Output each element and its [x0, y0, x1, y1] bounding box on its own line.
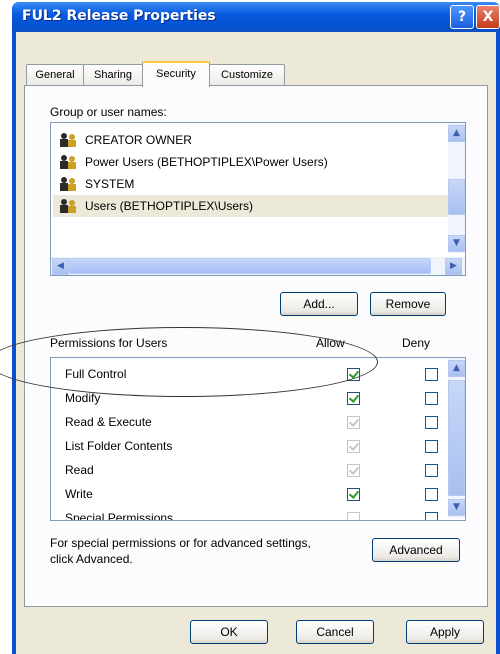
user-name: Power Users (BETHOPTIPLEX\Power Users)	[85, 155, 328, 169]
permissions-header: Permissions for Users	[50, 336, 168, 350]
scroll-up-icon[interactable]: ▲	[448, 125, 465, 142]
list-item[interactable]: Power Users (BETHOPTIPLEX\Power Users)	[57, 151, 328, 173]
user-name: Users (BETHOPTIPLEX\Users)	[85, 199, 254, 213]
deny-checkbox[interactable]	[425, 440, 438, 453]
apply-button[interactable]: Apply	[406, 620, 484, 644]
scroll-right-icon[interactable]: ▶	[445, 258, 462, 275]
scroll-up-icon[interactable]: ▲	[448, 360, 465, 377]
allow-checkbox[interactable]	[347, 368, 360, 381]
scroll-thumb[interactable]	[448, 380, 465, 496]
deny-checkbox[interactable]	[425, 392, 438, 405]
add-button[interactable]: Add...	[280, 292, 358, 316]
ok-button[interactable]: OK	[190, 620, 268, 644]
user-list[interactable]: CREATOR OWNER Power Users (BETHOPTIPLEX\…	[50, 122, 466, 276]
scroll-down-icon[interactable]: ▼	[448, 499, 465, 516]
allow-checkbox	[347, 464, 360, 477]
deny-checkbox[interactable]	[425, 464, 438, 477]
tab-security[interactable]: Security	[142, 61, 210, 87]
tab-sharing[interactable]: Sharing	[83, 64, 143, 85]
advanced-button[interactable]: Advanced	[372, 538, 460, 562]
permission-label: Read & Execute	[65, 415, 152, 429]
deny-checkbox[interactable]	[425, 416, 438, 429]
permission-label: Full Control	[65, 367, 127, 381]
user-group-icon	[60, 199, 76, 213]
allow-checkbox	[347, 512, 360, 520]
tab-customize[interactable]: Customize	[209, 64, 285, 85]
allow-checkbox	[347, 440, 360, 453]
allow-column-label: Allow	[316, 336, 345, 350]
user-name: CREATOR OWNER	[85, 133, 192, 147]
deny-checkbox[interactable]	[425, 512, 438, 520]
list-item[interactable]: SYSTEM	[57, 173, 134, 195]
group-user-names-label: Group or user names:	[50, 105, 167, 119]
allow-checkbox[interactable]	[347, 392, 360, 405]
cancel-button[interactable]: Cancel	[296, 620, 374, 644]
tab-general[interactable]: General	[26, 64, 84, 85]
title-bar[interactable]: FUL2 Release Properties ? X	[12, 2, 500, 32]
permission-label: Read	[65, 463, 94, 477]
permissions-list: Full Control Modify Read & Execute List Fol…	[50, 357, 466, 521]
scroll-thumb[interactable]	[448, 179, 465, 215]
help-button[interactable]: ?	[450, 5, 474, 29]
list-item-selected[interactable]: Users (BETHOPTIPLEX\Users)	[53, 195, 465, 217]
scroll-down-icon[interactable]: ▼	[448, 235, 465, 252]
permission-label: Special Permissions	[65, 511, 174, 521]
scroll-left-icon[interactable]: ◀	[52, 258, 69, 275]
advanced-note-line1: For special permissions or for advanced …	[50, 536, 311, 550]
user-group-icon	[60, 155, 76, 169]
permission-label: Write	[65, 487, 93, 501]
users-vertical-scrollbar[interactable]: ▲ ▼	[448, 123, 465, 253]
users-horizontal-scrollbar[interactable]: ◀ ▶	[51, 257, 465, 275]
allow-checkbox	[347, 416, 360, 429]
remove-button[interactable]: Remove	[370, 292, 446, 316]
deny-checkbox[interactable]	[425, 488, 438, 501]
dialog-client: General Sharing Security Customize Group…	[16, 32, 496, 654]
allow-checkbox[interactable]	[347, 488, 360, 501]
advanced-note-line2: click Advanced.	[50, 552, 133, 566]
window-title: FUL2 Release Properties	[22, 8, 216, 24]
user-group-icon	[60, 133, 76, 147]
user-name: SYSTEM	[85, 177, 135, 191]
deny-column-label: Deny	[402, 336, 431, 350]
permissions-vertical-scrollbar[interactable]: ▲ ▼	[448, 358, 465, 518]
close-button[interactable]: X	[476, 5, 500, 29]
deny-checkbox[interactable]	[425, 368, 438, 381]
scroll-thumb[interactable]	[69, 258, 431, 274]
list-item[interactable]: CREATOR OWNER	[57, 129, 192, 151]
permission-label: Modify	[65, 391, 101, 405]
permission-label: List Folder Contents	[65, 439, 173, 453]
user-group-icon	[60, 177, 76, 191]
properties-window: FUL2 Release Properties ? X General Shar…	[12, 2, 500, 654]
